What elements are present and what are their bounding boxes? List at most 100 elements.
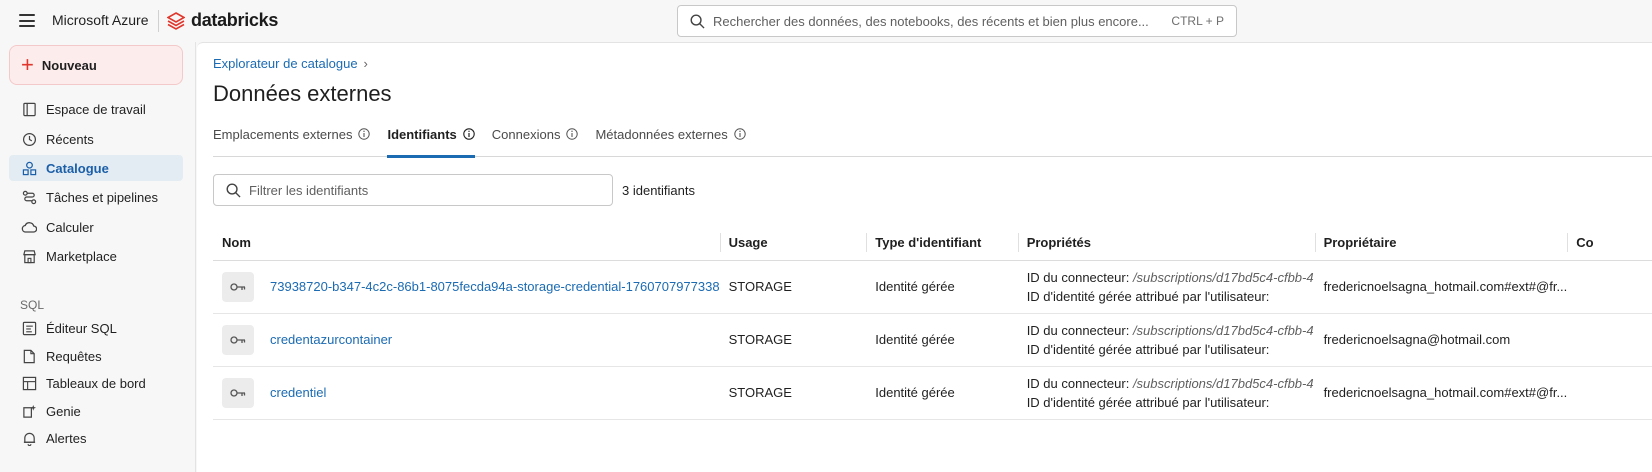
queries-icon [21,348,37,364]
table-row: 73938720-b347-4c2c-86b1-8075fecda94a-sto… [213,260,1652,314]
search-placeholder: Rechercher des données, des notebooks, d… [713,13,1149,29]
databricks-logo[interactable]: databricks [167,10,278,31]
sidebar-item-marketplace[interactable]: Marketplace [9,243,183,269]
connector-id-label: ID du connecteur: [1026,269,1130,285]
managed-identity-label: ID d'identité gérée attribué par l'utili… [1026,341,1270,357]
databricks-icon [167,11,185,30]
tab-label: Identifiants [387,127,457,142]
workflow-icon [21,189,37,205]
info-icon[interactable] [463,128,475,140]
type-cell: Identité gérée [866,313,1018,367]
column-header-name[interactable]: Nom [213,225,720,261]
managed-identity-label: ID d'identité gérée attribué par l'utili… [1026,288,1270,304]
column-header-owner[interactable]: Propriétaire [1314,225,1568,261]
filter-input[interactable] [249,182,612,198]
connector-id-value: /subscriptions/d17bd5c4-cfbb-4 [1132,375,1314,391]
key-icon [222,271,254,302]
tab-external-locations[interactable]: Emplacements externes [213,127,371,157]
new-button[interactable]: + Nouveau [9,45,183,85]
sidebar-item-label: Tableaux de bord [46,375,146,391]
brand-divider [158,10,159,32]
table-row: credentiel STORAGE Identité gérée ID du … [213,366,1652,420]
tab-label: Connexions [491,127,561,142]
genie-icon [21,403,37,419]
key-icon [222,324,254,355]
sidebar-item-queries[interactable]: Requêtes [9,343,183,369]
sidebar-item-label: Calculer [46,219,94,235]
new-button-label: Nouveau [41,57,97,73]
sidebar-item-label: Requêtes [46,348,102,364]
store-icon [21,248,37,264]
dashboard-icon [21,375,37,391]
main-content: Explorateur de catalogue › Données exter… [197,42,1652,472]
global-search[interactable]: Rechercher des données, des notebooks, d… [677,5,1237,37]
page-title: Données externes [213,81,392,106]
column-header-type[interactable]: Type d'identifiant [866,225,1018,261]
credential-name-link[interactable]: credentiel [270,385,326,400]
truncated-cell [1567,313,1652,367]
owner-cell: fredericnoelsagna_hotmail.com#ext#@fr... [1314,260,1568,314]
type-cell: Identité gérée [866,366,1018,420]
sidebar-item-label: Genie [46,403,81,419]
credentials-table: Nom Usage Type d'identifiant Propriétés … [213,225,1652,420]
managed-identity-label: ID d'identité gérée attribué par l'utili… [1026,394,1270,410]
connector-id-value: /subscriptions/d17bd5c4-cfbb-4 [1132,322,1314,338]
credential-name-link[interactable]: 73938720-b347-4c2c-86b1-8075fecda94a-sto… [270,279,720,294]
cloud-icon [21,219,37,235]
credential-count: 3 identifiants [622,183,695,198]
chevron-right-icon: › [363,56,368,71]
sidebar-item-sql-editor[interactable]: Éditeur SQL [9,315,183,341]
column-header-properties[interactable]: Propriétés [1017,225,1315,261]
sidebar-item-alerts[interactable]: Alertes [9,425,183,451]
databricks-wordmark: databricks [191,10,279,30]
column-header-truncated[interactable]: Co [1567,225,1652,261]
sql-editor-icon [21,320,37,336]
breadcrumb: Explorateur de catalogue › [213,56,368,71]
search-shortcut: CTRL + P [1171,14,1224,28]
properties-cell: ID du connecteur: /subscriptions/d17bd5c… [1027,321,1315,359]
credential-name-link[interactable]: credentazurcontainer [270,332,392,347]
key-icon [222,377,254,408]
truncated-cell [1567,260,1652,314]
sidebar-item-dashboards[interactable]: Tableaux de bord [9,370,183,396]
sidebar: + Nouveau Espace de travail Récents Cata… [0,42,196,472]
sidebar-item-label: Tâches et pipelines [46,189,159,205]
info-icon[interactable] [358,128,371,140]
table-row: credentazurcontainer STORAGE Identité gé… [213,313,1652,367]
info-icon[interactable] [734,128,746,140]
sidebar-item-label: Catalogue [46,160,109,176]
search-icon [690,14,705,29]
truncated-cell [1567,366,1652,420]
sidebar-item-label: Éditeur SQL [46,320,117,336]
type-cell: Identité gérée [866,260,1018,314]
info-icon[interactable] [566,128,579,140]
menu-icon[interactable] [19,14,35,27]
sidebar-item-genie[interactable]: Genie [9,398,183,424]
plus-icon: + [21,52,34,77]
filter-credentials[interactable] [213,174,613,206]
top-bar: Microsoft Azure databricks Rechercher de… [0,0,1652,42]
properties-cell: ID du connecteur: /subscriptions/d17bd5c… [1027,268,1315,306]
sidebar-item-catalog[interactable]: Catalogue [9,155,183,181]
tab-connections[interactable]: Connexions [492,127,579,157]
clock-icon [21,131,37,147]
tab-external-metadata[interactable]: Métadonnées externes [595,127,746,157]
catalog-icon [21,160,37,176]
sidebar-item-workspace[interactable]: Espace de travail [9,96,183,122]
sidebar-item-label: Marketplace [46,248,117,264]
sidebar-item-recents[interactable]: Récents [9,126,183,152]
sidebar-item-compute[interactable]: Calculer [9,214,183,240]
connector-id-value: /subscriptions/d17bd5c4-cfbb-4 [1132,269,1314,285]
tab-label: Métadonnées externes [595,127,728,142]
owner-cell: fredericnoelsagna@hotmail.com [1314,313,1568,367]
breadcrumb-catalog-explorer[interactable]: Explorateur de catalogue [213,56,358,71]
sidebar-item-workflows[interactable]: Tâches et pipelines [9,184,183,210]
usage-cell: STORAGE [719,313,867,367]
tab-credentials[interactable]: Identifiants [387,127,476,158]
sidebar-item-label: Alertes [46,430,87,446]
connector-id-label: ID du connecteur: [1026,375,1130,391]
owner-cell: fredericnoelsagna_hotmail.com#ext#@fr... [1314,366,1568,420]
connector-id-label: ID du connecteur: [1026,322,1130,338]
bell-icon [21,430,37,446]
column-header-usage[interactable]: Usage [719,225,867,261]
